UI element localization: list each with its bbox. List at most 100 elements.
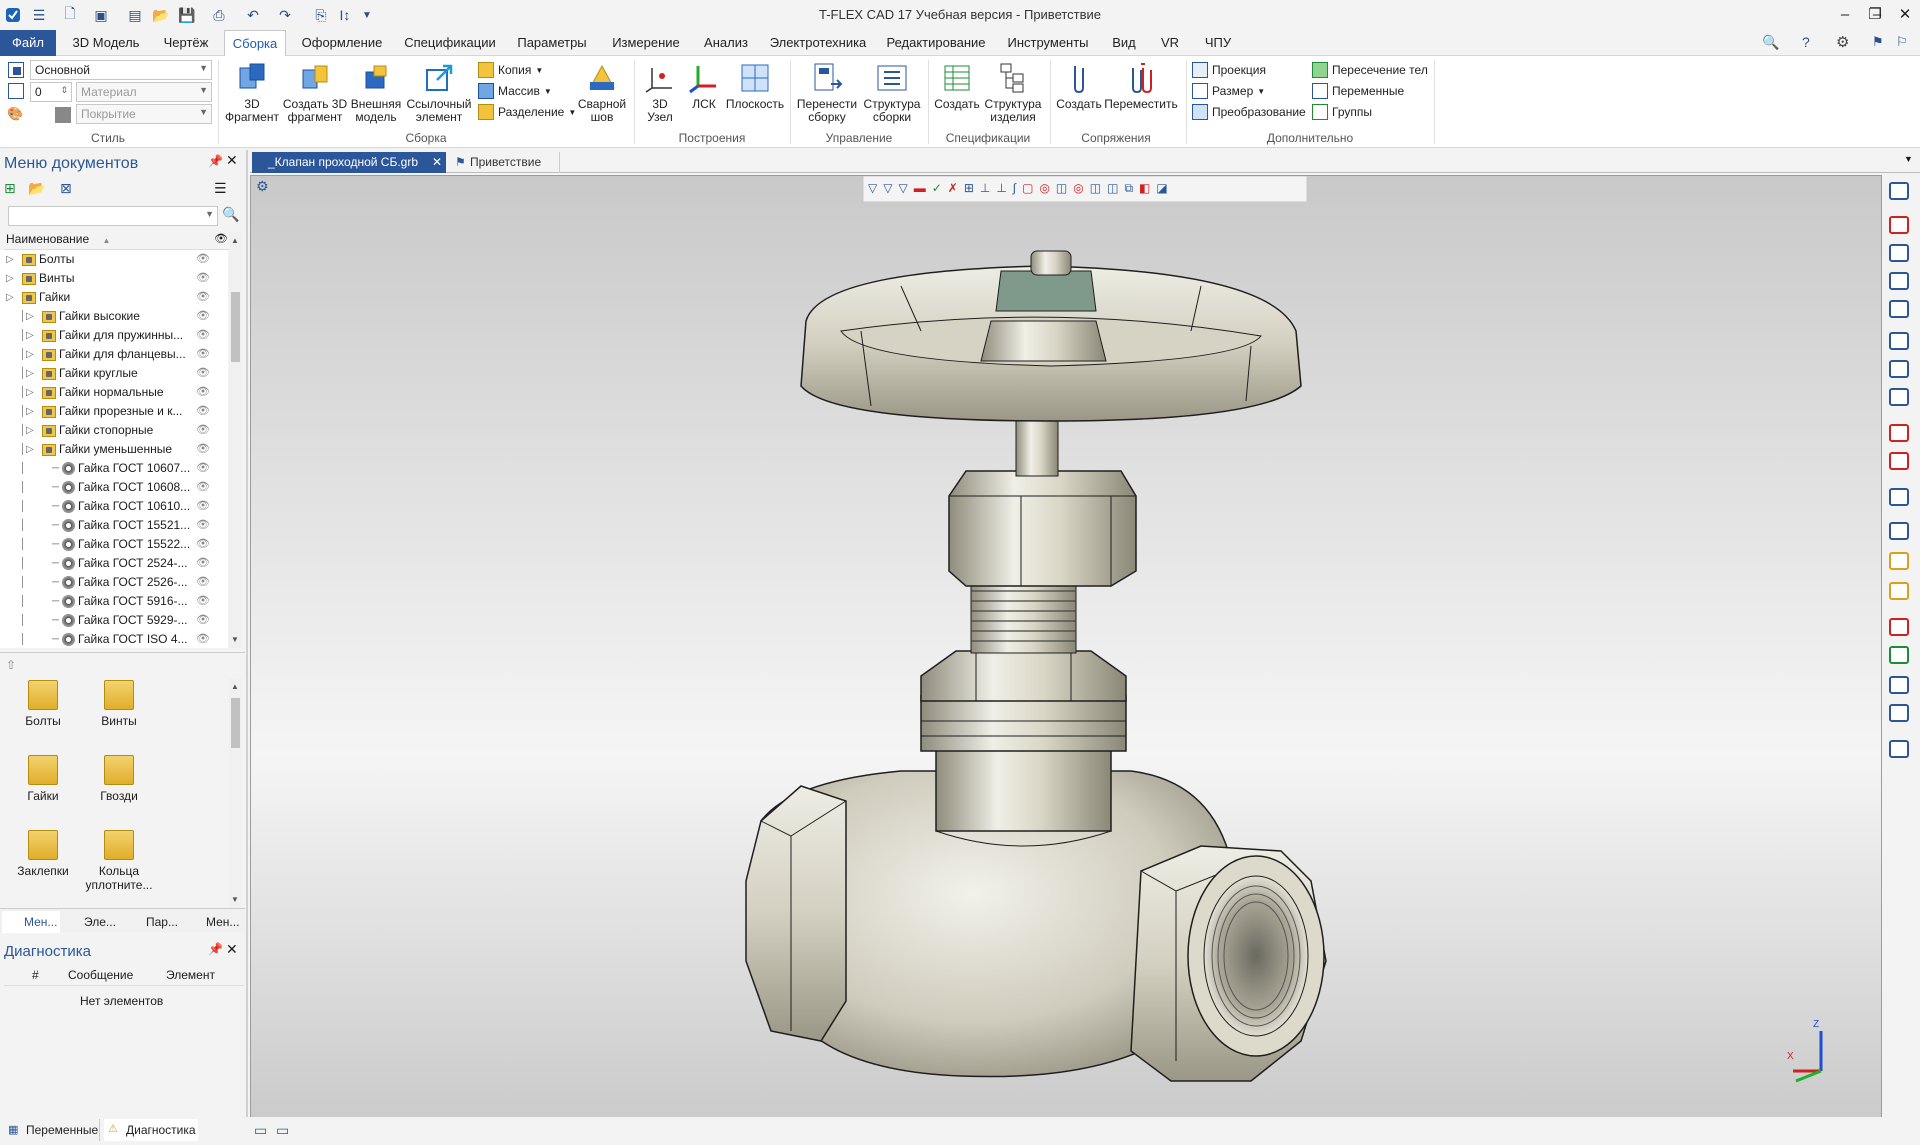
tree-item[interactable]: │ ─ Гайка ГОСТ 2524-... 👁 <box>0 554 228 573</box>
tree-item[interactable]: │ ▷ Гайки стопорные 👁 <box>0 421 228 440</box>
eye-icon[interactable]: 👁 <box>196 478 210 497</box>
win-close-button[interactable]: ✕ <box>1890 3 1920 27</box>
face-icon[interactable]: ▢ <box>1022 181 1033 195</box>
tab-assembly[interactable]: Сборка <box>224 30 286 57</box>
body4-icon[interactable]: ◫ <box>1107 181 1118 195</box>
tab-editing[interactable]: Редактирование <box>882 30 990 56</box>
reference-element-button[interactable]: Ссылочный элемент <box>404 60 474 124</box>
tab-3d-model[interactable]: 3D Модель <box>66 30 146 56</box>
pin-icon[interactable]: 📌 <box>208 154 223 168</box>
eye-icon[interactable]: 👁 <box>196 440 210 459</box>
eye-icon[interactable]: 👁 <box>196 497 210 516</box>
glasses2-icon[interactable] <box>1884 384 1914 410</box>
component2-icon[interactable]: ◧ <box>1139 181 1150 195</box>
zoom-icon[interactable] <box>1884 240 1914 266</box>
move-assembly-button[interactable]: Перенести сборку <box>794 60 860 124</box>
tree-item[interactable]: │ ▷ Гайки высокие 👁 <box>0 307 228 326</box>
snap-icon[interactable]: ⊞ <box>964 181 974 195</box>
split-view-icon[interactable]: ▭ <box>276 1122 289 1139</box>
plane-button[interactable]: Плоскость <box>724 60 786 111</box>
3d-viewport[interactable]: Z X <box>250 175 1882 1142</box>
layer-select[interactable]: Основной ▼ <box>30 60 212 80</box>
tab-design[interactable]: Оформление <box>296 30 388 56</box>
panel-splitter[interactable] <box>246 150 248 1145</box>
gear-icon[interactable]: ⚙ <box>1836 33 1849 51</box>
tab-parameters[interactable]: Параметры <box>510 30 594 56</box>
section-icon[interactable] <box>1884 614 1914 640</box>
tab-elements[interactable]: Эле... <box>62 911 122 933</box>
create-spec-button[interactable]: Создать <box>932 60 982 111</box>
magnet-icon[interactable] <box>1884 212 1914 238</box>
tree-item[interactable]: │ ─ Гайка ГОСТ 10610... 👁 <box>0 497 228 516</box>
zoom-fit-icon[interactable] <box>1884 296 1914 322</box>
create-mate-button[interactable]: Создать <box>1054 60 1104 111</box>
eye-icon[interactable]: 👁 <box>196 269 210 288</box>
tab-menu2[interactable]: Мен... <box>184 911 244 933</box>
tab-drawing[interactable]: Чертёж <box>154 30 218 56</box>
tab-cnc[interactable]: ЧПУ <box>1196 30 1240 56</box>
tab-vr[interactable]: VR <box>1152 30 1188 56</box>
check-body-icon[interactable] <box>1884 420 1914 446</box>
tree-item[interactable]: │ ─ Гайка ГОСТ 5916-... 👁 <box>0 592 228 611</box>
body2-icon[interactable]: ◎ <box>1073 181 1083 195</box>
library-folder-item[interactable]: Гвозди <box>84 755 154 803</box>
tree-item[interactable]: │ ─ Гайка ГОСТ 10607... 👁 <box>0 459 228 478</box>
tab-params[interactable]: Пар... <box>124 911 182 933</box>
level-stepper[interactable]: 0 ⇕ <box>30 82 72 102</box>
monitor-icon[interactable] <box>1884 700 1914 726</box>
pin-icon[interactable]: 📌 <box>208 942 223 956</box>
eye-icon[interactable]: 👁 <box>196 573 210 592</box>
tab-valve-document[interactable]: _Клапан проходной СБ.grb ✕ <box>252 152 446 173</box>
array-button[interactable]: Массив ▼ <box>478 81 552 101</box>
snap3-icon[interactable]: ⊥ <box>996 181 1006 195</box>
close-panel-icon[interactable]: ✕ <box>226 152 238 169</box>
eye-icon[interactable]: 👁 <box>196 307 210 326</box>
tab-electrical[interactable]: Электротехника <box>766 30 870 56</box>
up-level-icon[interactable]: ⇧ <box>6 658 16 672</box>
dimension-button[interactable]: Размер ▼ <box>1192 81 1265 101</box>
groups-button[interactable]: Группы <box>1312 102 1372 122</box>
body-icon[interactable]: ◫ <box>1056 181 1067 195</box>
eye-icon[interactable]: 👁 <box>196 288 210 307</box>
library-folder-item[interactable]: Болты <box>8 680 78 728</box>
eye-icon[interactable]: 👁 <box>196 402 210 421</box>
eye-icon[interactable]: 👁 <box>196 364 210 383</box>
eye-icon[interactable]: 👁 <box>196 516 210 535</box>
color-swatch[interactable] <box>55 107 71 123</box>
material-select[interactable]: Материал ▼ <box>76 82 212 102</box>
eye-icon[interactable]: 👁 <box>196 250 210 269</box>
model-tree-toggle-icon[interactable]: ⚙ <box>256 178 276 198</box>
close-panel-icon[interactable]: ✕ <box>226 941 238 958</box>
snap2-icon[interactable]: ⊥ <box>980 181 990 195</box>
tab-doc-menu[interactable]: Мен... <box>2 911 60 933</box>
tree-item[interactable]: ▷ Болты 👁 <box>0 250 228 269</box>
close-tab-icon[interactable]: ✕ <box>432 152 442 173</box>
3d-fragment-button[interactable]: 3D Фрагмент <box>222 60 282 124</box>
glasses-icon[interactable] <box>1884 328 1914 354</box>
body3-icon[interactable]: ◫ <box>1090 181 1101 195</box>
tab-diagnostics[interactable]: Диагностика <box>104 1119 198 1141</box>
library-folder-item[interactable]: Кольца уплотните... <box>84 830 154 892</box>
external-model-button[interactable]: Внешняя модель <box>348 60 404 124</box>
library-search-input[interactable]: ▼ <box>8 206 218 226</box>
library-folder-item[interactable]: Гайки <box>8 755 78 803</box>
tree-item[interactable]: │ ▷ Гайки для пружинны... 👁 <box>0 326 228 345</box>
tree-item[interactable]: ▷ Винты 👁 <box>0 269 228 288</box>
create-3d-fragment-button[interactable]: Создать 3D фрагмент <box>282 60 348 124</box>
uncheck-icon[interactable]: ✗ <box>948 181 958 195</box>
transform-button[interactable]: Преобразование <box>1192 102 1306 122</box>
body-intersection-button[interactable]: Пересечение тел <box>1312 60 1428 80</box>
search-icon[interactable]: 🔍 <box>222 206 239 223</box>
tab-specifications[interactable]: Спецификации <box>400 30 500 56</box>
eye-icon[interactable]: 👁 <box>196 326 210 345</box>
tab-analysis[interactable]: Анализ <box>696 30 756 56</box>
tree-item[interactable]: │ ▷ Гайки круглые 👁 <box>0 364 228 383</box>
eye-icon[interactable]: 👁 <box>196 421 210 440</box>
col-element[interactable]: Элемент <box>166 968 215 982</box>
eye-icon[interactable]: 👁 <box>196 592 210 611</box>
copy-button[interactable]: Копия ▼ <box>478 60 543 80</box>
curve-icon[interactable]: ∫ <box>1013 181 1016 195</box>
tree-header[interactable]: Наименование ▲ 👁 <box>4 232 230 250</box>
eye-icon[interactable]: 👁 <box>196 554 210 573</box>
move-mate-button[interactable]: Переместить <box>1104 60 1178 111</box>
